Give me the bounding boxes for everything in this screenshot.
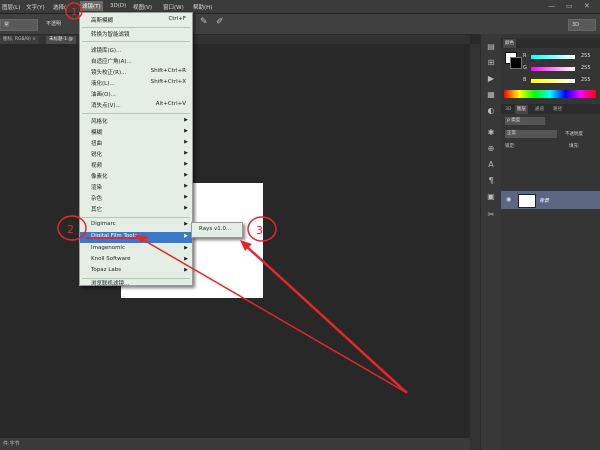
tab-layers[interactable]: 图层 <box>515 105 528 114</box>
tools-icon[interactable]: ✂ <box>486 210 496 220</box>
vertical-scrollbar[interactable] <box>470 44 480 450</box>
history-icon[interactable]: ▤ <box>486 42 496 52</box>
layer-kind-filter[interactable]: ρ 类型 <box>505 117 545 125</box>
menu-help[interactable]: 帮助(H) <box>193 3 212 11</box>
slider-r-value[interactable]: 255 <box>581 53 591 59</box>
slider-b[interactable] <box>531 79 575 83</box>
menu-separator <box>82 41 190 42</box>
tab-document-2[interactable]: 未标题-1 @ <box>46 36 76 44</box>
menu-item-digital-film-tools[interactable]: Digital Film Tools ▶ <box>80 232 192 243</box>
layer-thumbnail <box>518 194 536 208</box>
slider-r[interactable] <box>531 55 575 59</box>
digital-film-tools-submenu: Rays v1.0... <box>191 222 243 238</box>
status-bar: 件:字节 <box>0 438 473 450</box>
menu-select[interactable]: 选择( <box>53 3 66 11</box>
menu-view[interactable]: 视图(V) <box>133 3 152 11</box>
submenu-arrow-icon: ▶ <box>184 233 188 239</box>
panel-tool-strip: ▤ ⊞ ▶ ▦ ◐ ✱ ⊕ A ¶ ▣ ✂ <box>480 34 501 450</box>
submenu-arrow-icon: ▶ <box>184 183 188 189</box>
clone-source-icon[interactable]: ⊕ <box>486 144 496 154</box>
maximize-button[interactable]: ▭ <box>566 2 573 10</box>
fill-label: 填充: <box>569 144 580 149</box>
submenu-arrow-icon: ▶ <box>184 139 188 145</box>
slider-r-label: R <box>523 53 527 59</box>
tab-color[interactable]: 颜色 <box>503 39 516 48</box>
color-panel-tabs: 颜色 <box>501 38 600 48</box>
pen-pressure-icon[interactable]: ✐ <box>216 17 224 27</box>
paragraph-icon[interactable]: ¶ <box>486 176 496 186</box>
menu-layer[interactable]: 图层(L) <box>2 3 20 11</box>
brush-icon[interactable]: ✎ <box>200 17 208 27</box>
menu-window[interactable]: 窗口(W) <box>163 3 184 11</box>
submenu-arrow-icon: ▶ <box>184 128 188 134</box>
slider-g-value[interactable]: 255 <box>581 65 591 71</box>
right-panels: 颜色 R 255 G 255 B 255 3D 图层 通道 路径 ρ 类型 正常… <box>501 34 600 450</box>
adjust-icon[interactable]: ◐ <box>486 106 496 116</box>
actions-icon[interactable]: ▶ <box>486 74 496 84</box>
menu-filter[interactable]: 滤镜(T) <box>80 1 103 11</box>
tab-document-1[interactable]: 图标, RGB/8) × <box>0 36 39 44</box>
blend-mode-select[interactable]: 正常 <box>505 130 557 138</box>
tab-paths[interactable]: 路径 <box>551 105 564 114</box>
slider-b-value[interactable]: 255 <box>581 77 591 83</box>
text-icon[interactable]: A <box>486 160 496 170</box>
tab-3d[interactable]: 3D <box>503 105 513 114</box>
submenu-arrow-icon: ▶ <box>184 205 188 211</box>
document-tabs: 图标, RGB/8) × 未标题-1 @ <box>0 35 470 44</box>
slider-g-label: G <box>523 65 527 71</box>
submenu-arrow-icon: ▶ <box>184 150 188 156</box>
lock-label: 锁定: <box>505 144 516 149</box>
eye-icon[interactable]: ◉ <box>506 196 511 203</box>
opacity-dropdown[interactable]: 不透明 <box>46 20 61 27</box>
properties-icon[interactable]: ⊞ <box>486 58 496 68</box>
submenu-arrow-icon: ▶ <box>184 161 188 167</box>
submenu-arrow-icon: ▶ <box>184 194 188 200</box>
layer-comps-icon[interactable]: ▦ <box>486 90 496 100</box>
submenu-arrow-icon: ▶ <box>184 117 188 123</box>
menu-type[interactable]: 文字(Y) <box>26 3 45 11</box>
layer-name: 背景 <box>539 198 550 204</box>
menu-separator <box>82 113 190 114</box>
swatches-icon[interactable]: ▣ <box>486 192 496 202</box>
preset-select[interactable]: 常 <box>0 19 38 31</box>
brush-preset-icon[interactable]: ✱ <box>486 128 496 138</box>
close-button[interactable]: ✕ <box>584 2 590 10</box>
minimize-button[interactable]: — <box>548 2 555 10</box>
menu-separator <box>82 217 190 218</box>
submenu-arrow-icon: ▶ <box>184 245 188 251</box>
filter-menu: 高斯模糊 Ctrl+F 转换为智能滤镜 滤镜库(G)... 自适应广角(A)...… <box>79 12 193 287</box>
slider-g[interactable] <box>531 67 575 71</box>
tab-channels[interactable]: 通道 <box>533 105 546 114</box>
slider-b-label: B <box>523 77 527 83</box>
background-swatch[interactable] <box>510 57 522 69</box>
color-spectrum[interactable] <box>504 90 596 98</box>
menu-separator <box>82 27 190 28</box>
submenu-arrow-icon: ▶ <box>184 256 188 262</box>
submenu-arrow-icon: ▶ <box>184 221 188 227</box>
submenu-arrow-icon: ▶ <box>184 172 188 178</box>
layer-panel-tabs: 3D 图层 通道 路径 <box>501 104 600 114</box>
opacity-label: 不透明度 <box>565 132 583 137</box>
layer-row-background[interactable]: ◉ 背景 <box>501 191 600 209</box>
menu-3d[interactable]: 3D(D) <box>110 3 126 9</box>
workspace-3d-select[interactable]: 3D <box>568 19 596 31</box>
submenu-arrow-icon: ▶ <box>184 267 188 273</box>
